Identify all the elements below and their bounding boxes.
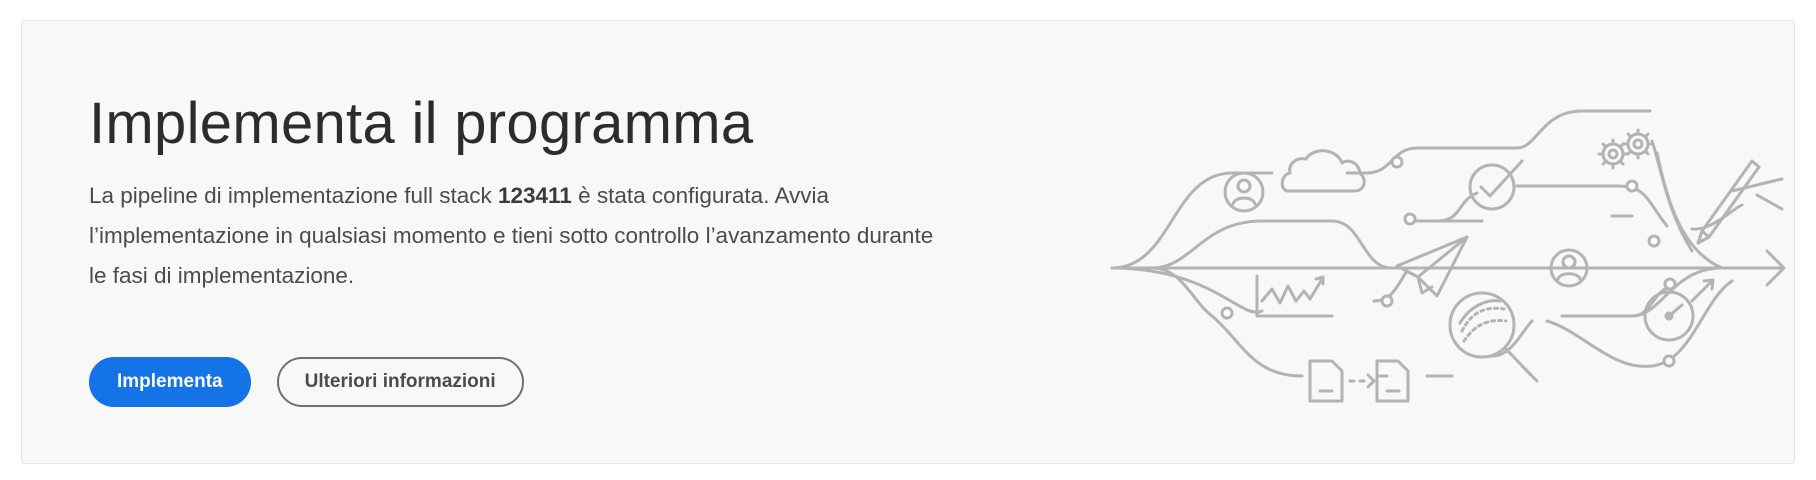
page-title: Implementa il programma: [89, 91, 754, 156]
pipeline-nodes: [1220, 155, 1677, 368]
document-icon: [1308, 359, 1410, 403]
card-actions: Implementa Ulteriori informazioni: [89, 357, 524, 407]
pipeline-illustration: [1092, 101, 1792, 431]
learn-more-button[interactable]: Ulteriori informazioni: [276, 357, 524, 407]
cloud-icon: [1280, 149, 1366, 193]
chart-icon: [1255, 274, 1334, 318]
deploy-program-card: Implementa il programma La pipeline di i…: [21, 20, 1795, 464]
analytics-magnifier-icon: [1448, 291, 1539, 383]
pipeline-id: 123411: [497, 182, 572, 208]
card-content: Implementa il programma La pipeline di i…: [89, 91, 969, 296]
deploy-button[interactable]: Implementa: [89, 357, 251, 407]
description-prefix: La pipeline di implementazione full stac…: [89, 182, 498, 208]
pen-icon: [1690, 159, 1784, 245]
checkmark-icon: [1468, 159, 1524, 211]
gauge-icon: [1643, 278, 1715, 342]
pipeline-branches: [1110, 109, 1734, 378]
gears-icon: [1597, 128, 1654, 170]
user-icon: [1223, 171, 1265, 213]
card-description: La pipeline di implementazione full stac…: [89, 176, 949, 296]
